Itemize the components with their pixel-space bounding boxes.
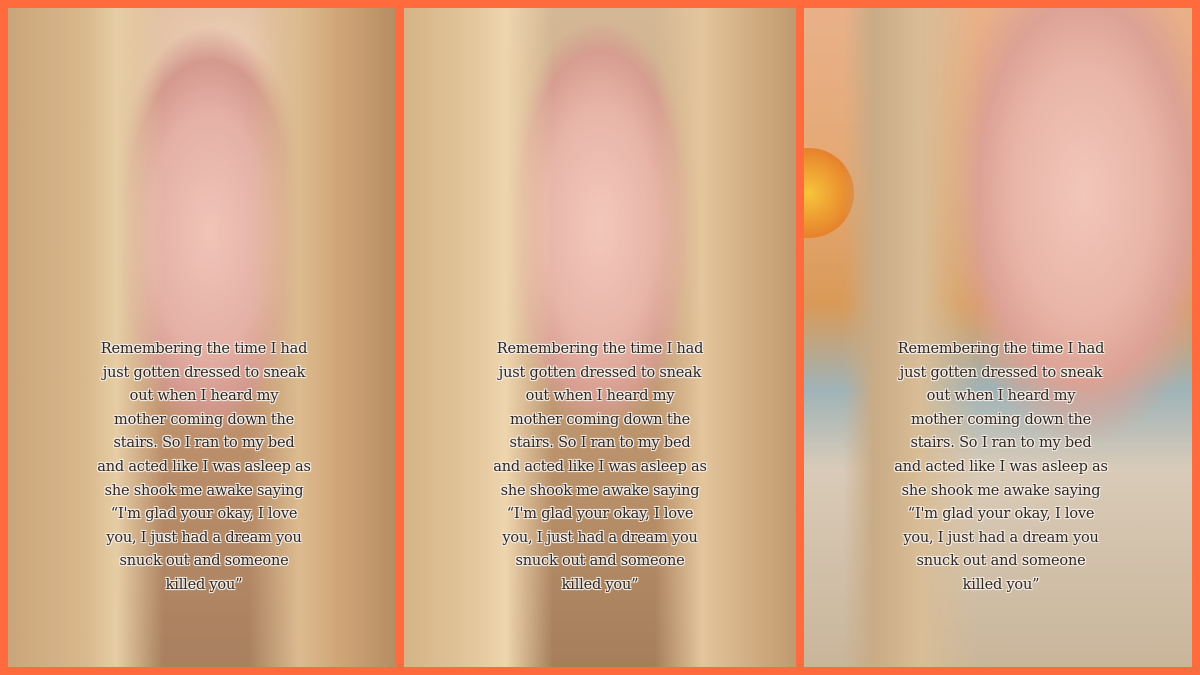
caption-line: you, I just had a dream you [903,529,1099,546]
caption-line: you, I just had a dream you [106,529,302,546]
caption-line: stairs. So I ran to my bed [910,435,1092,452]
caption-line: “I'm glad your okay, I love [907,506,1095,523]
caption-line: just gotten dressed to sneak [899,364,1103,381]
caption-line: mother coming down the [510,411,690,428]
caption-line: out when I heard my [525,388,675,405]
caption-line: killed you” [561,576,639,593]
caption-line: snuck out and someone [916,553,1086,570]
caption-line: out when I heard my [926,388,1076,405]
caption-line: she shook me awake saying [500,482,700,499]
caption-line: just gotten dressed to sneak [498,364,702,381]
video-frame-2: Remembering the time I had just gotten d… [404,8,796,667]
caption-line: you, I just had a dream you [502,529,698,546]
caption-line: just gotten dressed to sneak [102,364,306,381]
caption-line: killed you” [962,576,1040,593]
caption-line: and acted like I was asleep as [493,458,707,475]
caption-line: “I'm glad your okay, I love [110,506,298,523]
caption-line: “I'm glad your okay, I love [506,506,694,523]
caption-line: she shook me awake saying [901,482,1101,499]
caption-line: Remembering the time I had [100,341,308,357]
caption-overlay: Remembering the time I had just gotten d… [8,338,396,598]
caption-line: stairs. So I ran to my bed [509,435,691,452]
caption-line: snuck out and someone [119,553,289,570]
caption-line: and acted like I was asleep as [97,458,311,475]
caption-overlay: Remembering the time I had just gotten d… [404,338,796,598]
video-frame-3: Remembering the time I had just gotten d… [804,8,1192,667]
caption-line: mother coming down the [114,411,294,428]
caption-overlay: Remembering the time I had just gotten d… [804,338,1192,598]
caption-line: stairs. So I ran to my bed [113,435,295,452]
caption-line: out when I heard my [129,388,279,405]
caption-line: mother coming down the [911,411,1091,428]
caption-line: and acted like I was asleep as [894,458,1108,475]
video-frame-1: Remembering the time I had just gotten d… [8,8,396,667]
caption-line: Remembering the time I had [496,341,704,357]
caption-line: she shook me awake saying [104,482,304,499]
caption-line: Remembering the time I had [897,341,1105,357]
caption-line: snuck out and someone [515,553,685,570]
caption-line: killed you” [165,576,243,593]
